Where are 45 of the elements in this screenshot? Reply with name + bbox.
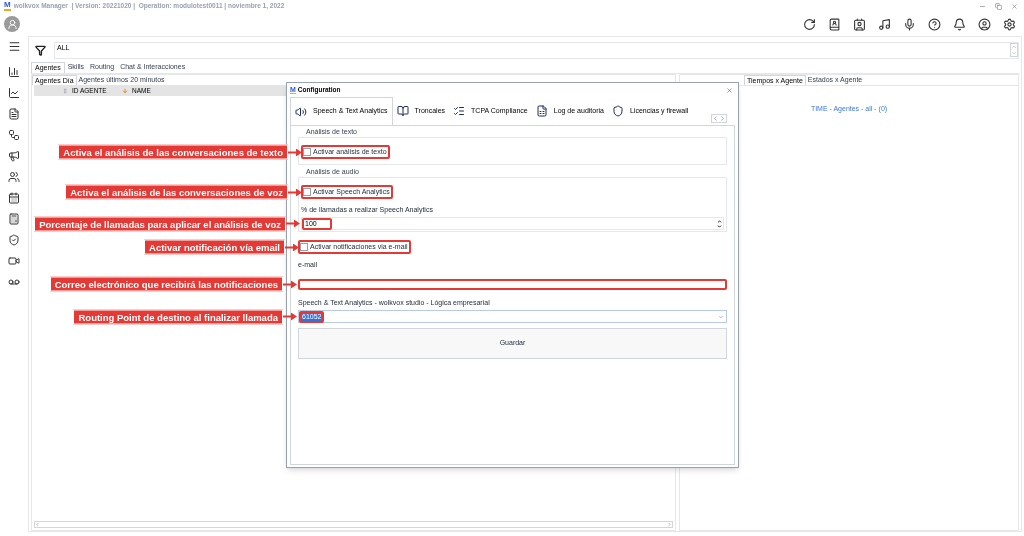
bar-chart-icon[interactable] xyxy=(8,66,20,78)
refresh-icon[interactable] xyxy=(803,17,816,31)
callout-label: Porcentaje de llamadas para aplicar el análisis de voz xyxy=(34,216,286,231)
users-icon[interactable] xyxy=(8,171,20,183)
shield-icon xyxy=(611,105,624,117)
app-logo: M xyxy=(4,1,11,11)
stepper-icon[interactable] xyxy=(717,218,722,229)
microphone-icon[interactable] xyxy=(903,17,916,31)
book-icon xyxy=(396,105,409,117)
voicemail-icon[interactable] xyxy=(8,276,20,288)
notification-icon[interactable] xyxy=(953,17,966,31)
menu-icon[interactable] xyxy=(7,40,21,53)
avatar-icon[interactable] xyxy=(4,16,20,32)
calculator-icon[interactable] xyxy=(8,213,20,225)
video-icon[interactable] xyxy=(8,255,20,267)
contact-card-icon[interactable] xyxy=(853,17,866,31)
callout-label: Correo electrónico que recibirá las notificaciones xyxy=(49,276,283,292)
callout-label: Routing Point de destino al finalizar llamada xyxy=(73,309,283,324)
checklist-icon xyxy=(453,105,466,117)
document-icon[interactable] xyxy=(8,108,20,120)
checkbox[interactable] xyxy=(303,148,311,156)
callout-arrow xyxy=(283,280,297,288)
callout-label: Activar notificación vía email xyxy=(144,239,285,255)
grip-icon xyxy=(62,87,68,94)
document-icon xyxy=(535,105,548,117)
close-icon[interactable] xyxy=(726,86,733,94)
calendar-icon[interactable] xyxy=(8,192,20,204)
speaker-icon xyxy=(295,105,307,118)
checkbox[interactable] xyxy=(300,243,308,251)
flow-icon[interactable] xyxy=(8,129,20,141)
line-chart-icon[interactable] xyxy=(8,87,20,99)
callout-label: Activa el análisis de las conversaciones de voz xyxy=(65,184,288,200)
callout-arrow xyxy=(286,219,300,228)
megaphone-icon[interactable] xyxy=(8,150,20,162)
settings-icon[interactable] xyxy=(1003,17,1016,31)
callout-arrow xyxy=(283,312,297,321)
filter-icon[interactable] xyxy=(35,44,46,56)
help-icon[interactable] xyxy=(928,17,941,31)
callout-label: Activa el análisis de las conversaciones de texto xyxy=(58,144,288,160)
email-field[interactable] xyxy=(298,278,727,290)
music-note-icon[interactable] xyxy=(878,17,891,31)
user-icon[interactable] xyxy=(978,17,991,31)
shield-icon[interactable] xyxy=(8,234,20,246)
checkbox[interactable] xyxy=(303,188,311,196)
contact-book-icon[interactable] xyxy=(828,17,841,31)
